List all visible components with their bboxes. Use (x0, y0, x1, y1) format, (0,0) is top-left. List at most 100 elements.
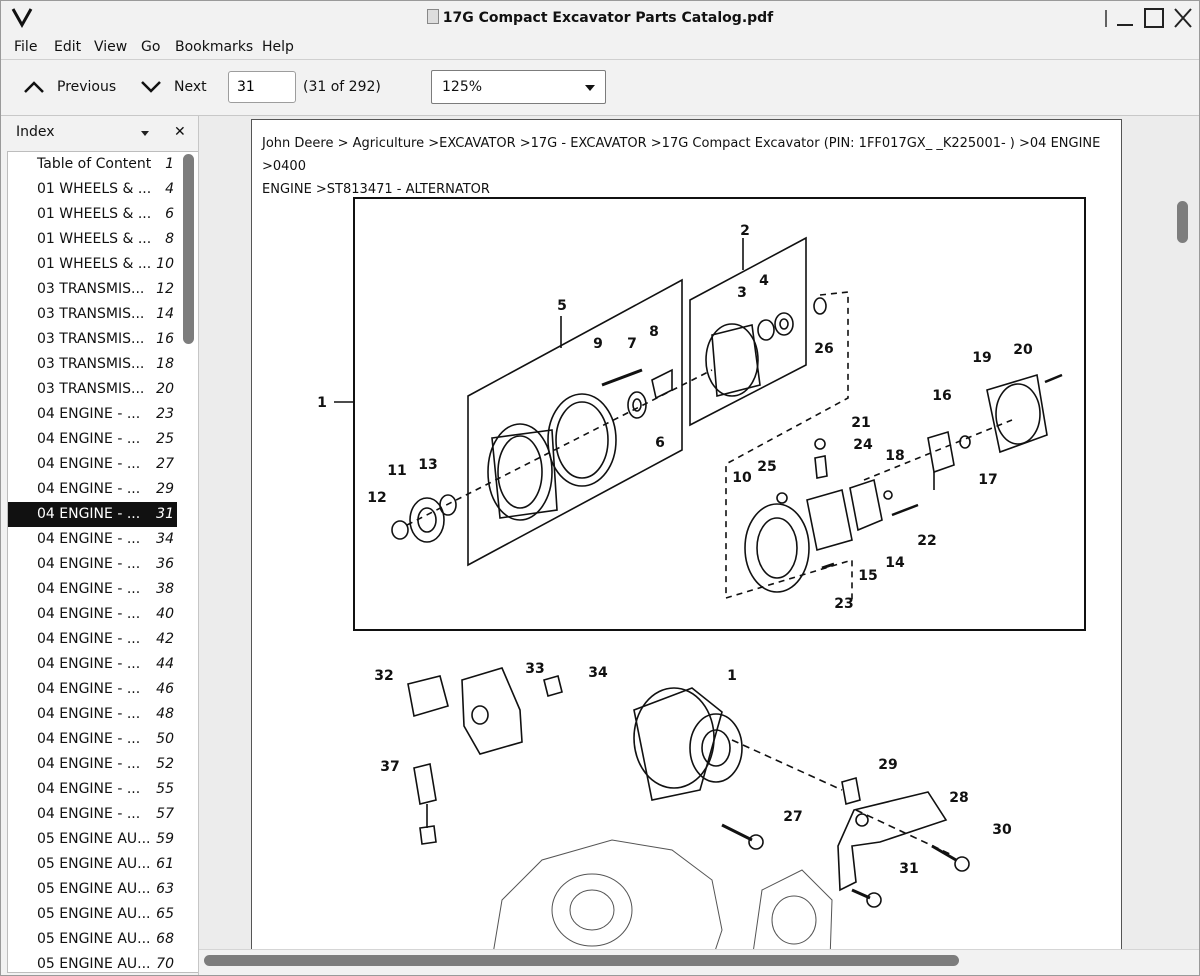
menu-view[interactable]: View (94, 39, 127, 55)
index-item-label: 04 ENGINE - ... (37, 506, 141, 522)
title-bar: 17G Compact Excavator Parts Catalog.pdf (1, 1, 1199, 35)
window-title: 17G Compact Excavator Parts Catalog.pdf (1, 9, 1199, 26)
chevron-down-icon (141, 81, 161, 93)
index-item-page: 1 (165, 156, 174, 172)
menu-go[interactable]: Go (141, 39, 160, 55)
index-item[interactable]: 04 ENGINE - ... 27 (8, 452, 177, 477)
callout-number: 28 (949, 790, 968, 806)
index-item[interactable]: 03 TRANSMIS... 16 (8, 327, 177, 352)
menu-file[interactable]: File (14, 39, 37, 55)
index-item[interactable]: 04 ENGINE - ... 36 (8, 552, 177, 577)
index-item[interactable]: 04 ENGINE - ... 48 (8, 702, 177, 727)
index-item-label: 05 ENGINE AU... (37, 856, 151, 872)
index-item[interactable]: 05 ENGINE AU... 61 (8, 852, 177, 877)
index-item[interactable]: 01 WHEELS & ... 6 (8, 202, 177, 227)
horizontal-scrollbar[interactable] (204, 955, 959, 966)
index-item[interactable]: 04 ENGINE - ... 29 (8, 477, 177, 502)
callout-number: 17 (978, 472, 997, 488)
index-item[interactable]: 04 ENGINE - ... 42 (8, 627, 177, 652)
index-item[interactable]: 05 ENGINE AU... 59 (8, 827, 177, 852)
index-item[interactable]: 05 ENGINE AU... 70 (8, 952, 177, 972)
index-item-label: 04 ENGINE - ... (37, 656, 141, 672)
menu-edit[interactable]: Edit (54, 39, 81, 55)
maximize-icon[interactable] (1142, 7, 1166, 29)
index-item-label: 04 ENGINE - ... (37, 556, 141, 572)
index-item[interactable]: 03 TRANSMIS... 12 (8, 277, 177, 302)
index-item-page: 46 (156, 681, 174, 697)
index-item[interactable]: 03 TRANSMIS... 14 (8, 302, 177, 327)
callout-number: 7 (627, 336, 637, 352)
index-item-label: 04 ENGINE - ... (37, 531, 141, 547)
index-list: 05 ENGINE AU... 70 05 ENGINE AU... 68 05 ENG… (7, 151, 200, 973)
app-window: 17G Compact Excavator Parts Catalog.pdf … (0, 0, 1200, 976)
callout-number: 30 (992, 822, 1012, 838)
index-item[interactable]: 04 ENGINE - ... 46 (8, 677, 177, 702)
page-count: (31 of 292) (303, 79, 381, 95)
index-item[interactable]: 04 ENGINE - ... 31 (8, 502, 177, 527)
zoom-select[interactable]: 125% (431, 70, 606, 104)
index-item-label: 03 TRANSMIS... (37, 356, 145, 372)
index-item-label: 04 ENGINE - ... (37, 431, 141, 447)
index-item[interactable]: 04 ENGINE - ... 52 (8, 752, 177, 777)
callout-number: 29 (878, 757, 897, 773)
callout-number: 3 (737, 285, 747, 301)
index-item[interactable]: 01 WHEELS & ... 10 (8, 252, 177, 277)
index-item[interactable]: 04 ENGINE - ... 44 (8, 652, 177, 677)
index-item-label: 03 TRANSMIS... (37, 281, 145, 297)
callout-number: 10 (732, 470, 752, 486)
sidebar-close-icon[interactable]: ✕ (174, 124, 186, 140)
page-number-input[interactable] (228, 71, 296, 103)
index-item[interactable]: Table of Content 1 (8, 152, 177, 177)
index-item-page: 10 (156, 256, 174, 272)
menu-bookmarks[interactable]: Bookmarks (175, 39, 253, 55)
index-item-page: 50 (156, 731, 174, 747)
index-item[interactable]: 05 ENGINE AU... 65 (8, 902, 177, 927)
index-item-label: 04 ENGINE - ... (37, 731, 141, 747)
menu-help[interactable]: Help (262, 39, 294, 55)
index-item[interactable]: 04 ENGINE - ... 23 (8, 402, 177, 427)
index-item-label: 04 ENGINE - ... (37, 406, 141, 422)
previous-button[interactable]: Previous (23, 76, 123, 98)
next-label: Next (174, 79, 207, 95)
index-item[interactable]: 04 ENGINE - ... 50 (8, 727, 177, 752)
callout-number: 12 (367, 490, 386, 506)
index-item-page: 44 (156, 656, 174, 672)
index-item-label: 04 ENGINE - ... (37, 756, 141, 772)
index-item-page: 8 (165, 231, 174, 247)
minimize-icon[interactable] (1113, 7, 1137, 29)
index-item[interactable]: 04 ENGINE - ... 38 (8, 577, 177, 602)
sidebar-dropdown-icon[interactable] (141, 131, 149, 136)
sidebar-scrollbar[interactable] (183, 154, 194, 344)
callout-number: 6 (655, 435, 665, 451)
index-item-page: 48 (156, 706, 174, 722)
index-item[interactable]: 04 ENGINE - ... 40 (8, 602, 177, 627)
callout-number: 11 (387, 463, 406, 479)
index-item-label: 01 WHEELS & ... (37, 231, 152, 247)
callout-number: 23 (834, 596, 853, 612)
index-item[interactable]: 04 ENGINE - ... 57 (8, 802, 177, 827)
index-item[interactable]: 04 ENGINE - ... 34 (8, 527, 177, 552)
index-item[interactable]: 01 WHEELS & ... 8 (8, 227, 177, 252)
index-item-label: 04 ENGINE - ... (37, 806, 141, 822)
index-item-page: 23 (156, 406, 174, 422)
index-item-label: 05 ENGINE AU... (37, 881, 151, 897)
zoom-value: 125% (442, 79, 483, 95)
index-item-label: 04 ENGINE - ... (37, 581, 141, 597)
document-viewer: John Deere > Agriculture >EXCAVATOR >17G… (198, 116, 1199, 975)
index-item-page: 18 (156, 356, 174, 372)
close-icon[interactable] (1171, 7, 1195, 29)
index-item[interactable]: 01 WHEELS & ... 4 (8, 177, 177, 202)
index-item[interactable]: 04 ENGINE - ... 55 (8, 777, 177, 802)
vertical-scrollbar[interactable] (1177, 201, 1188, 243)
index-item[interactable]: 03 TRANSMIS... 18 (8, 352, 177, 377)
next-button[interactable]: Next (140, 76, 220, 98)
index-item[interactable]: 03 TRANSMIS... 20 (8, 377, 177, 402)
index-item-label: 04 ENGINE - ... (37, 781, 141, 797)
document-icon (426, 9, 439, 24)
index-item[interactable]: 04 ENGINE - ... 25 (8, 427, 177, 452)
index-item[interactable]: 05 ENGINE AU... 68 (8, 927, 177, 952)
callout-number: 25 (757, 459, 776, 475)
index-item[interactable]: 05 ENGINE AU... 63 (8, 877, 177, 902)
dropdown-arrow-icon (585, 85, 595, 91)
callout-number: 2 (740, 223, 750, 239)
